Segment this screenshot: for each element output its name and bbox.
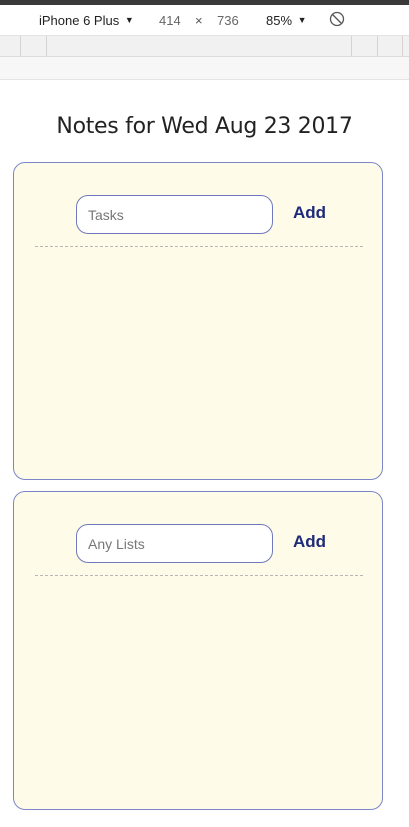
dimension-separator: ×	[195, 13, 203, 28]
add-task-button[interactable]: Add	[293, 203, 326, 223]
divider	[35, 246, 363, 247]
device-toolbar: iPhone 6 Plus ▼ 414 × 736 85% ▼	[0, 5, 409, 36]
media-query-bar	[0, 36, 409, 57]
chevron-down-icon: ▼	[124, 15, 134, 25]
lists-card: Add	[13, 491, 383, 810]
device-select[interactable]: iPhone 6 Plus ▼	[39, 13, 134, 28]
ruler-strip	[0, 57, 409, 80]
ruler-segment[interactable]	[351, 36, 352, 56]
ruler-segment[interactable]	[20, 36, 21, 56]
tasks-input[interactable]	[76, 195, 273, 234]
tasks-card: Add	[13, 162, 383, 480]
add-list-button[interactable]: Add	[293, 532, 326, 552]
rotate-icon[interactable]	[329, 11, 345, 27]
chevron-down-icon: ▼	[297, 15, 307, 25]
device-name: iPhone 6 Plus	[39, 13, 120, 28]
divider	[35, 575, 363, 576]
page-title: Notes for Wed Aug 23 2017	[56, 114, 353, 139]
ruler-segment[interactable]	[377, 36, 378, 56]
ruler-segment[interactable]	[46, 36, 47, 56]
viewport-width-field[interactable]: 414	[159, 13, 181, 28]
page-content: Notes for Wed Aug 23 2017 Add Add	[0, 80, 409, 827]
ruler-segment[interactable]	[402, 36, 403, 56]
lists-input[interactable]	[76, 524, 273, 563]
zoom-value: 85%	[266, 13, 293, 28]
viewport-height-field[interactable]: 736	[217, 13, 239, 28]
zoom-select[interactable]: 85% ▼	[266, 13, 307, 28]
